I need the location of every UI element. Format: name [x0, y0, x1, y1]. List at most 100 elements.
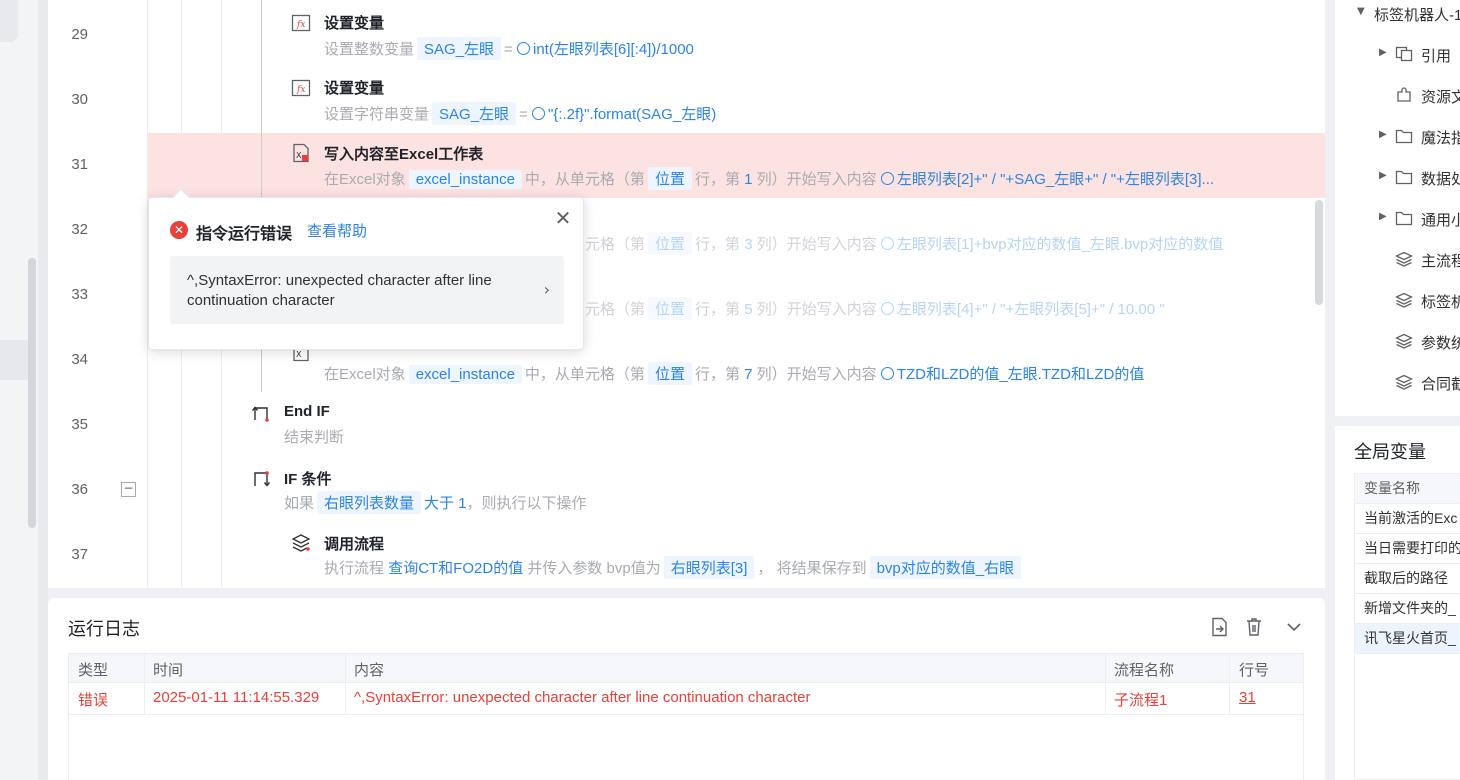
end-if-icon [251, 406, 269, 422]
tree-label: 数据处 [1421, 171, 1460, 188]
step-row[interactable]: 调用流程 执行流程 查询CT和FO2D的值 并传入参数 bvp值为 右眼列表[3]… [148, 523, 1325, 588]
step-title: 调用流程 [324, 536, 385, 553]
caret-right-icon[interactable]: ▶ [1379, 129, 1387, 140]
caret-right-icon[interactable]: ▶ [1379, 47, 1387, 58]
object-tag[interactable]: excel_instance [408, 365, 522, 384]
column-header: 变量名称 [1355, 474, 1460, 504]
desc-text: 在Excel对象 [324, 171, 406, 188]
panel-separator [1335, 416, 1460, 426]
rail-active-item[interactable] [0, 340, 28, 380]
condition-text[interactable]: 大于 1 [424, 495, 467, 512]
position-tag[interactable]: 位置 [648, 297, 693, 320]
global-var-row[interactable]: 当日需要打印的 [1355, 534, 1460, 564]
tree-item-flow[interactable]: 标签机 [1335, 280, 1460, 320]
tree-label: 参数统 [1421, 335, 1460, 352]
fold-toggle-button[interactable]: − [121, 482, 136, 497]
line-number: 36 [71, 481, 88, 498]
editor-scrollbar[interactable] [1315, 200, 1323, 305]
log-row[interactable]: 错误 2025-01-11 11:14:55.329 ^,SyntaxError… [69, 683, 1303, 715]
tree-item-reference[interactable]: ▶ 引用 [1335, 34, 1460, 74]
argument-tag[interactable]: 右眼列表[3] [663, 556, 755, 579]
tree-item-folder[interactable]: ▶ 魔法指 [1335, 116, 1460, 156]
error-message-box[interactable]: ^,SyntaxError: unexpected character afte… [170, 256, 564, 324]
help-link[interactable]: 查看帮助 [307, 220, 367, 241]
rail-scrollbar[interactable] [28, 258, 36, 528]
svg-text:X: X [296, 350, 302, 359]
tree-item-folder[interactable]: ▶ 通用小 [1335, 198, 1460, 238]
line-gutter: 29 30 31 32 33 34 35 36 37 − [48, 0, 148, 588]
variable-tag[interactable]: SAG_左眼 [417, 37, 502, 60]
export-icon[interactable] [1208, 616, 1230, 638]
step-row[interactable]: fx 设置变量 设置整数变量 SAG_左眼 = int(左眼列表[6][:4])/1… [148, 0, 1325, 65]
variable-icon [880, 302, 894, 315]
caret-right-icon[interactable]: ▶ [1379, 211, 1387, 222]
desc-text: 并传入参数 bvp值为 [527, 560, 661, 577]
step-title: 设置变量 [324, 15, 385, 32]
content-link[interactable]: 左眼列表[4]+" / "+左眼列表[5]+" / 10.00 " [880, 301, 1165, 318]
step-row[interactable]: fx 设置变量 设置字符串变量 SAG_左眼 = "{:.2f}".format(S… [148, 65, 1325, 130]
variable-tag[interactable]: 右眼列表数量 [317, 491, 422, 514]
step-row[interactable]: IF 条件 如果 右眼列表数量 大于 1，则执行以下操作 [148, 458, 1325, 523]
content-link[interactable]: TZD和LZD的值_左眼.TZD和LZD的值 [880, 366, 1144, 383]
run-log-panel: 运行日志 类型 时间 内容 流程名称 行号 错误 2025-01-11 11:1… [48, 598, 1325, 780]
expression-link[interactable]: int(左眼列表[6][:4])/1000 [516, 41, 694, 58]
line-number: 37 [71, 546, 88, 563]
folder-icon [1395, 129, 1413, 144]
output-tag[interactable]: bvp对应的数值_右眼 [869, 556, 1022, 579]
log-line-link[interactable]: 31 [1239, 689, 1256, 706]
global-var-row[interactable]: 当前激活的Exc [1355, 504, 1460, 534]
column-header: 时间 [153, 662, 184, 679]
column-header: 流程名称 [1114, 662, 1175, 679]
step-description: 执行流程 查询CT和FO2D的值 并传入参数 bvp值为 右眼列表[3]， 将结果… [324, 556, 1024, 579]
flow-link[interactable]: 查询CT和FO2D的值 [388, 560, 523, 577]
tree-item-flow[interactable]: 参数统 [1335, 321, 1460, 361]
step-description: 设置整数变量 SAG_左眼 = int(左眼列表[6][:4])/1000 [324, 37, 694, 60]
expression-link[interactable]: "{:.2f}".format(SAG_左眼) [531, 106, 716, 123]
desc-text: ，则执行以下操作 [466, 495, 587, 512]
variable-icon [880, 367, 894, 380]
reference-icon [1395, 46, 1413, 62]
error-message: ^,SyntaxError: unexpected character afte… [187, 272, 492, 309]
variable-tag[interactable]: SAG_左眼 [432, 102, 517, 125]
tree-item-resources[interactable]: 资源文 [1335, 75, 1460, 115]
tree-root[interactable]: ▼ 标签机器人-1 [1335, 0, 1460, 33]
chevron-right-icon: › [543, 280, 550, 299]
step-row[interactable]: End IF 结束判断 [148, 393, 1325, 458]
column-value[interactable]: 5 [744, 301, 752, 318]
tree-item-flow[interactable]: 合同截 [1335, 362, 1460, 402]
position-tag[interactable]: 位置 [647, 167, 692, 190]
global-var-row[interactable]: 截取后的路径 [1355, 564, 1460, 594]
object-tag[interactable]: excel_instance [408, 170, 522, 189]
tree-label: 通用小 [1421, 212, 1460, 229]
log-table-header: 类型 时间 内容 流程名称 行号 [69, 654, 1303, 683]
desc-text: 执行流程 [324, 560, 385, 577]
variable-icon [516, 42, 530, 55]
column-header: 内容 [354, 662, 385, 679]
caret-down-icon[interactable]: ▼ [1357, 6, 1365, 17]
tree-label: 标签机器人-1 [1374, 7, 1460, 24]
content-link[interactable]: 左眼列表[2]+" / "+SAG_左眼+" / "+左眼列表[3]... [880, 171, 1214, 188]
column-value[interactable]: 1 [744, 171, 752, 188]
close-icon[interactable]: ✕ [553, 208, 573, 228]
rail-top-tab[interactable] [0, 0, 18, 42]
trash-icon[interactable] [1243, 616, 1265, 638]
position-tag[interactable]: 位置 [647, 362, 692, 385]
position-tag[interactable]: 位置 [648, 232, 693, 255]
step-row-error[interactable]: X 写入内容至Excel工作表 在Excel对象 excel_instance 中，… [148, 133, 1325, 198]
step-description: 在Excel对象 excel_instance 中，从单元格（第 位置 行，第 7 列）… [324, 362, 1144, 385]
chevron-down-icon[interactable] [1283, 616, 1305, 638]
column-value[interactable]: 3 [744, 236, 752, 253]
line-number: 32 [71, 221, 88, 238]
panel-divider [1325, 0, 1335, 780]
global-var-row[interactable]: 新增文件夹的_ [1355, 594, 1460, 624]
step-title: 写入内容至Excel工作表 [324, 146, 484, 163]
expression-text: int(左眼列表[6][:4])/1000 [532, 41, 694, 58]
tree-item-folder[interactable]: ▶ 数据处 [1335, 157, 1460, 197]
desc-text: 行，第 [694, 171, 740, 188]
content-link[interactable]: 左眼列表[1]+bvp对应的数值_左眼.bvp对应的数值 [880, 236, 1223, 253]
global-var-row-selected[interactable]: 讯飞星火首页_ [1355, 624, 1460, 654]
desc-text: 如果 [284, 495, 315, 512]
column-value[interactable]: 7 [744, 366, 752, 383]
caret-right-icon[interactable]: ▶ [1379, 170, 1387, 181]
tree-item-flow[interactable]: 主流程 [1335, 239, 1460, 279]
